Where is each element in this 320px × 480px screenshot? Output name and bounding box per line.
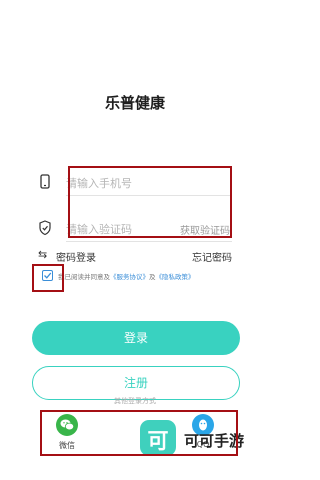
agreement-text: 我已阅读并同意及《服务协议》及《隐私政策》 [58, 271, 195, 281]
highlight-box-social [40, 410, 238, 456]
shield-icon [38, 220, 52, 236]
service-agreement-link[interactable]: 《服务协议》 [110, 273, 149, 281]
agreement-row: 我已阅读并同意及《服务协议》及《隐私政策》 [42, 270, 252, 284]
forgot-password-link[interactable]: 忘记密码 [192, 249, 232, 264]
password-login-link[interactable]: 密码登录 [56, 249, 96, 264]
register-button[interactable]: 注册 [32, 366, 240, 400]
swap-icon: ⇆ [38, 248, 48, 261]
login-button[interactable]: 登录 [32, 321, 240, 355]
agreement-prefix: 我已阅读并同意及 [58, 273, 110, 281]
app-title: 乐普健康 [104, 94, 165, 112]
login-options-row: ⇆ 密码登录 忘记密码 [38, 248, 232, 264]
highlight-box-checkbox [32, 264, 64, 292]
privacy-policy-link[interactable]: 《隐私政策》 [156, 273, 195, 281]
phone-icon [38, 174, 52, 190]
other-login-label: 其他登录方式 [114, 397, 156, 405]
code-underline [66, 241, 232, 242]
highlight-box-inputs [68, 166, 232, 238]
